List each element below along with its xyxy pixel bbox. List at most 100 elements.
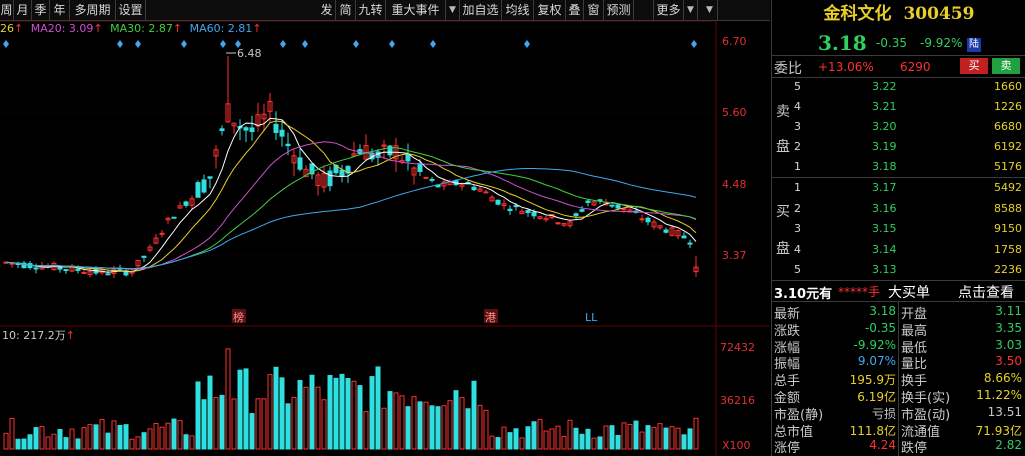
volume-bar — [687, 428, 693, 450]
ask-price[interactable]: 3.20 — [872, 120, 897, 133]
volume-bar — [327, 375, 333, 450]
buy-button[interactable]: 买 — [960, 58, 988, 74]
multi-period-button[interactable]: 多周期 — [70, 0, 116, 20]
stat-value: 8.66% — [983, 371, 1022, 386]
volume-bar — [669, 426, 675, 450]
volume-bar — [675, 427, 681, 450]
settings-button[interactable]: 设置 — [116, 0, 146, 20]
stat-value: 11.22% — [976, 388, 1022, 402]
ma-line — [5, 120, 697, 273]
candle-body — [75, 268, 81, 271]
candle-body — [219, 128, 225, 132]
toolbar-fa-button[interactable]: 发 — [318, 0, 336, 20]
sell-button[interactable]: 卖 — [992, 58, 1020, 74]
candle-body — [681, 235, 687, 239]
volume-bar — [231, 398, 237, 450]
event-diamond-icon — [117, 40, 123, 48]
kline-chart[interactable]: 6.70 5.60 4.48 3.37 72432 36216 X100 6.4… — [0, 21, 770, 456]
candle-body — [417, 163, 423, 172]
volume-bar — [135, 436, 141, 450]
major-events-dropdown-icon[interactable]: ▼ — [446, 0, 460, 20]
volume-bar — [645, 425, 651, 450]
candlesticks — [3, 56, 699, 278]
toolbar-jiuzhuan-button[interactable]: 九转 — [356, 0, 386, 20]
more-button[interactable]: 更多 — [654, 0, 684, 20]
ask-price[interactable]: 3.19 — [872, 140, 897, 153]
volume-bar — [579, 433, 585, 450]
candle-body — [483, 191, 489, 194]
volume-bar — [543, 430, 549, 450]
volume-bar — [243, 368, 249, 450]
volume-bar — [651, 426, 657, 450]
ask-price[interactable]: 3.18 — [872, 160, 897, 173]
last-price: 3.18 — [818, 31, 867, 55]
ask-level: 1 — [794, 160, 801, 173]
volume-bar — [27, 434, 33, 450]
toolbar-jian-button[interactable]: 简 — [336, 0, 356, 20]
volume-bar — [549, 428, 555, 450]
period-week-button[interactable]: 周 — [0, 0, 14, 20]
candle-body — [279, 129, 285, 137]
adjust-price-button[interactable]: 复权 — [534, 0, 566, 20]
period-quarter-button[interactable]: 季 — [32, 0, 50, 20]
major-events-button[interactable]: 重大事件 — [386, 0, 446, 20]
bid-price[interactable]: 3.17 — [872, 181, 897, 194]
volume-bar — [597, 436, 603, 450]
volume-bar — [297, 380, 303, 450]
more-dropdown-icon[interactable]: ▼ — [684, 0, 698, 20]
candle-body — [141, 255, 147, 258]
bid-volume: 5492 — [994, 181, 1022, 194]
ask-price[interactable]: 3.21 — [872, 100, 897, 113]
volume-bar — [423, 401, 429, 450]
volume-bar — [9, 417, 15, 450]
candle-body — [429, 178, 435, 181]
candle-body — [297, 157, 303, 170]
volume-bar — [387, 391, 393, 450]
chart-toolbar: 周 月 季 年 多周期 设置 发 简 九转 重大事件 ▼ 加自选 均线 复权 叠… — [0, 0, 770, 21]
volume-bar — [681, 434, 687, 450]
volume-bar — [93, 424, 99, 450]
volume-bar — [171, 418, 177, 450]
ask-price[interactable]: 3.22 — [872, 80, 897, 93]
window-button[interactable]: 窗 — [584, 0, 604, 20]
bid-price[interactable]: 3.14 — [872, 243, 897, 256]
volume-bar — [291, 396, 297, 450]
volume-bar — [465, 408, 471, 450]
period-year-button[interactable]: 年 — [50, 0, 70, 20]
quote-panel: 金科文化 300459 3.18 -0.35 -9.92% 陆 委比 +13.0… — [771, 0, 1025, 456]
add-watchlist-button[interactable]: 加自选 — [460, 0, 502, 20]
ask-level: 3 — [794, 120, 801, 133]
bid-level: 3 — [794, 222, 801, 235]
ll-marker: LL — [585, 311, 598, 324]
volume-bar — [411, 396, 417, 450]
volume-bar — [435, 406, 441, 450]
bid-price[interactable]: 3.13 — [872, 263, 897, 276]
stat-value: 111.8亿 — [849, 423, 896, 438]
volume-bar — [33, 427, 39, 450]
bid-level: 5 — [794, 263, 801, 276]
volume-bar — [573, 427, 579, 450]
volume-bar — [639, 431, 645, 450]
event-diamond-icon — [353, 40, 359, 48]
moving-average-button[interactable]: 均线 — [502, 0, 534, 20]
volume-bar — [585, 428, 591, 450]
view-big-order-link[interactable]: 点击查看 — [958, 282, 1014, 302]
period-month-button[interactable]: 月 — [14, 0, 32, 20]
event-diamond-icon — [220, 40, 226, 48]
list-marker: 榜 — [233, 310, 244, 324]
bid-price[interactable]: 3.16 — [872, 202, 897, 215]
volume-bar — [177, 420, 183, 450]
hk-connect-badge: 陆 — [967, 38, 981, 52]
stat-value: -9.92% — [853, 337, 896, 352]
bid-price[interactable]: 3.15 — [872, 222, 897, 235]
forecast-button[interactable]: 预测 — [604, 0, 634, 20]
volume-tick-label: 72432 — [720, 341, 755, 354]
volume-bar — [105, 432, 111, 450]
overlay-button[interactable]: 叠 — [566, 0, 584, 20]
volume-bar — [483, 409, 489, 450]
candle-body — [495, 199, 501, 205]
toolbar-expand-icon[interactable]: ▼ — [702, 0, 718, 20]
ma-lines — [5, 117, 697, 273]
volume-bar — [363, 411, 369, 450]
volume-bar — [69, 428, 75, 450]
